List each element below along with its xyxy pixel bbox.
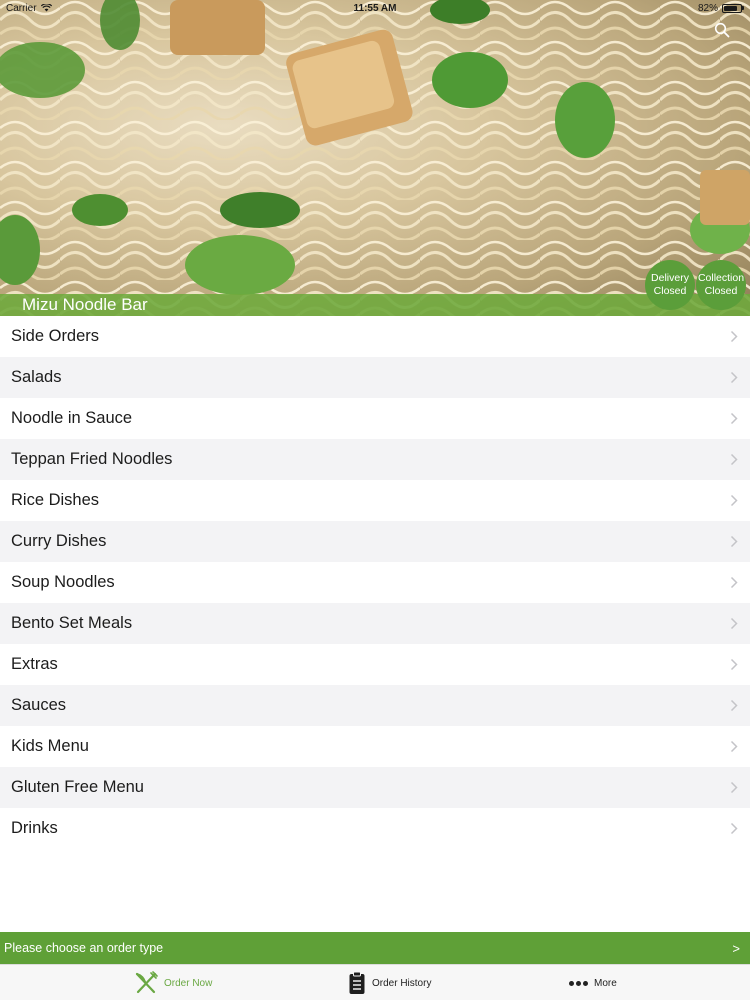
menu-item-label: Sauces xyxy=(11,696,67,714)
search-icon[interactable] xyxy=(714,22,730,38)
chevron-right-icon xyxy=(730,371,738,384)
tab-more[interactable]: More xyxy=(569,965,617,1000)
tab-label: Order Now xyxy=(164,977,213,989)
menu-item-label: Extras xyxy=(11,655,58,673)
menu-item-label: Bento Set Meals xyxy=(11,614,133,632)
collection-label: Collection xyxy=(697,272,745,284)
restaurant-name: Mizu Noodle Bar xyxy=(22,295,148,314)
chevron-right-icon xyxy=(730,740,738,753)
menu-item-kids-menu[interactable]: Kids Menu xyxy=(0,726,750,767)
tab-bar: Order Now Order History More xyxy=(0,964,750,1000)
chevron-right-icon xyxy=(730,781,738,794)
menu-item-salads[interactable]: Salads xyxy=(0,357,750,398)
chevron-right-icon xyxy=(730,658,738,671)
tab-order-now[interactable]: Order Now xyxy=(134,965,212,1000)
collection-status-badge: Collection Closed xyxy=(696,260,746,310)
menu-item-curry-dishes[interactable]: Curry Dishes xyxy=(0,521,750,562)
tab-order-history[interactable]: Order History xyxy=(348,965,431,1000)
menu-item-label: Soup Noodles xyxy=(11,573,115,591)
battery-icon xyxy=(722,3,742,13)
menu-item-noodle-in-sauce[interactable]: Noodle in Sauce xyxy=(0,398,750,439)
restaurant-title-bar: Mizu Noodle Bar xyxy=(0,294,750,316)
menu-item-drinks[interactable]: Drinks xyxy=(0,808,750,849)
menu-item-label: Gluten Free Menu xyxy=(11,778,144,796)
status-time: 11:55 AM xyxy=(353,2,397,14)
order-type-arrow: > xyxy=(732,940,740,956)
menu-item-label: Noodle in Sauce xyxy=(11,409,133,427)
menu-item-gluten-free-menu[interactable]: Gluten Free Menu xyxy=(0,767,750,808)
menu-item-bento-set-meals[interactable]: Bento Set Meals xyxy=(0,603,750,644)
chevron-right-icon xyxy=(730,453,738,466)
hero-banner xyxy=(0,0,750,316)
chevron-right-icon xyxy=(730,576,738,589)
clipboard-icon xyxy=(349,971,365,994)
menu-item-label: Side Orders xyxy=(11,327,100,345)
delivery-status-badge: Delivery Closed xyxy=(645,260,695,310)
menu-item-rice-dishes[interactable]: Rice Dishes xyxy=(0,480,750,521)
tab-label: Order History xyxy=(372,977,432,989)
menu-item-label: Salads xyxy=(11,368,62,386)
menu-category-list: Side Orders Salads Noodle in Sauce Teppa… xyxy=(0,316,750,849)
chevron-right-icon xyxy=(730,330,738,343)
delivery-label: Delivery xyxy=(651,272,689,284)
menu-item-label: Curry Dishes xyxy=(11,532,107,550)
chevron-right-icon xyxy=(730,494,738,507)
order-type-bar[interactable]: Please choose an order type > xyxy=(0,932,750,964)
menu-item-label: Teppan Fried Noodles xyxy=(11,450,173,468)
menu-item-label: Drinks xyxy=(11,819,58,837)
fork-knife-icon xyxy=(135,971,158,994)
menu-item-teppan-fried-noodles[interactable]: Teppan Fried Noodles xyxy=(0,439,750,480)
tab-label: More xyxy=(594,977,617,989)
more-dots-icon xyxy=(569,980,588,986)
menu-item-label: Rice Dishes xyxy=(11,491,100,509)
chevron-right-icon xyxy=(730,535,738,548)
menu-item-extras[interactable]: Extras xyxy=(0,644,750,685)
menu-item-side-orders[interactable]: Side Orders xyxy=(0,316,750,357)
status-bar: Carrier 11:55 AM 82% xyxy=(0,0,750,16)
menu-item-label: Kids Menu xyxy=(11,737,89,755)
delivery-status: Closed xyxy=(653,285,687,297)
chevron-right-icon xyxy=(730,822,738,835)
noodle-photo xyxy=(0,0,750,316)
chevron-right-icon xyxy=(730,699,738,712)
menu-item-sauces[interactable]: Sauces xyxy=(0,685,750,726)
collection-status: Closed xyxy=(704,285,738,297)
chevron-right-icon xyxy=(730,412,738,425)
menu-item-soup-noodles[interactable]: Soup Noodles xyxy=(0,562,750,603)
chevron-right-icon xyxy=(730,617,738,630)
order-type-prompt: Please choose an order type xyxy=(4,941,164,955)
